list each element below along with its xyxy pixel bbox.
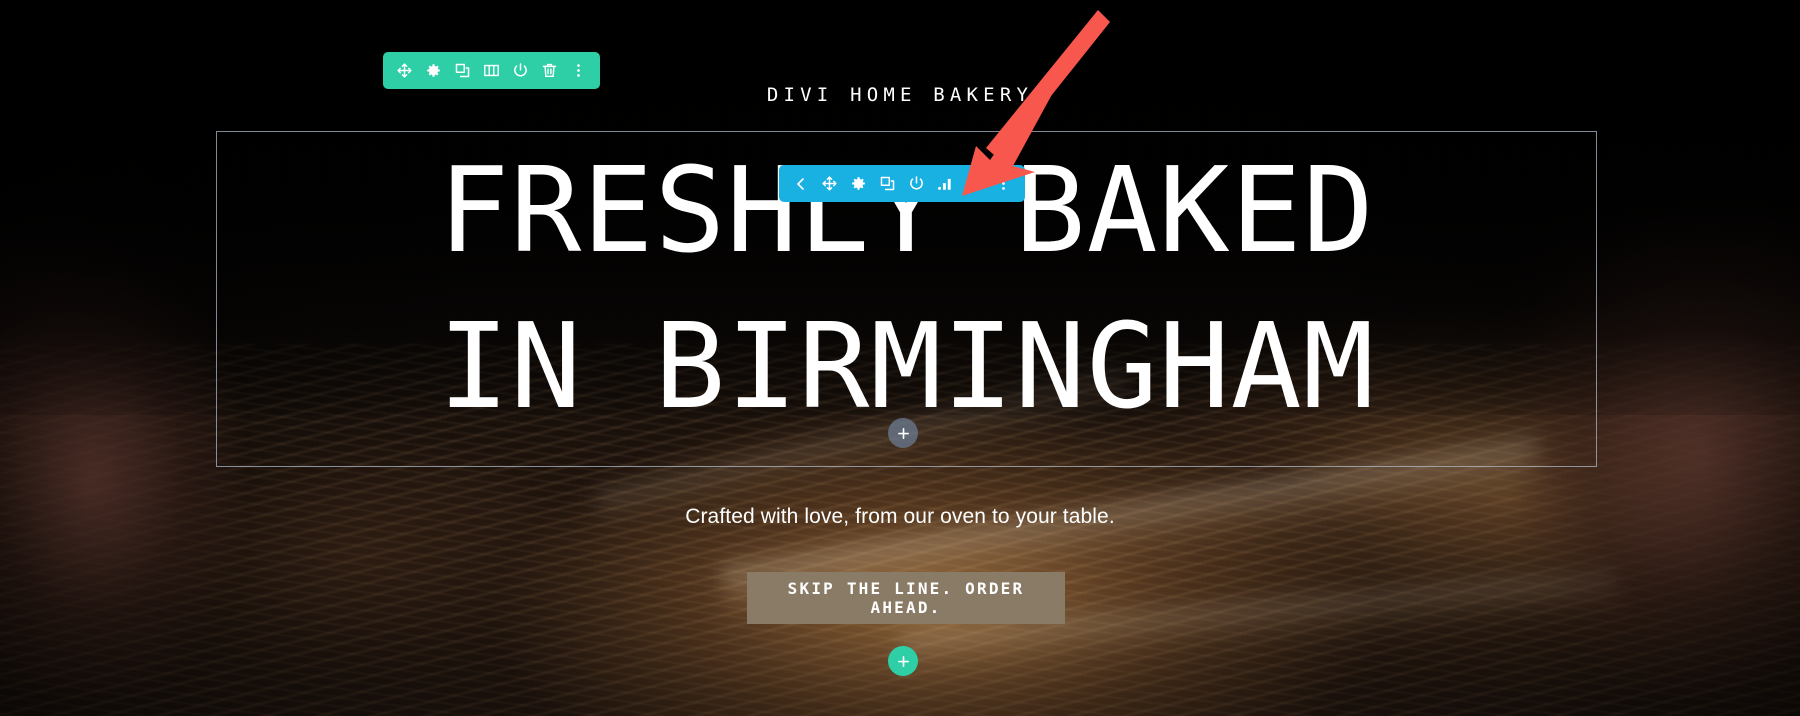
order-ahead-button[interactable]: SKIP THE LINE. ORDER AHEAD. [747, 572, 1065, 624]
chevron-right-icon[interactable] [960, 165, 989, 202]
gear-icon[interactable] [419, 52, 448, 89]
duplicate-icon[interactable] [873, 165, 902, 202]
chevron-left-icon[interactable] [786, 165, 815, 202]
gear-icon[interactable] [844, 165, 873, 202]
module-toolbar[interactable] [779, 165, 1025, 202]
hero-eyebrow: DIVI HOME BAKERY [766, 84, 1034, 106]
duplicate-icon[interactable] [448, 52, 477, 89]
bar-chart-icon[interactable] [931, 165, 960, 202]
move-handle-icon[interactable] [815, 165, 844, 202]
add-row-button[interactable] [888, 418, 918, 448]
plus-icon [897, 427, 909, 439]
more-options-icon[interactable] [989, 165, 1018, 202]
columns-icon[interactable] [477, 52, 506, 89]
plus-icon [897, 655, 909, 667]
trash-icon[interactable] [535, 52, 564, 89]
power-icon[interactable] [902, 165, 931, 202]
power-icon[interactable] [506, 52, 535, 89]
move-handle-icon[interactable] [390, 52, 419, 89]
section-toolbar[interactable] [383, 52, 600, 89]
hero-subtitle: Crafted with love, from our oven to your… [685, 505, 1115, 528]
more-options-icon[interactable] [564, 52, 593, 89]
hero-section: DIVI HOME BAKERY FRESHLY BAKED IN BIRMIN… [0, 0, 1800, 716]
add-section-button[interactable] [888, 646, 918, 676]
builder-canvas: DIVI HOME BAKERY FRESHLY BAKED IN BIRMIN… [0, 0, 1800, 716]
